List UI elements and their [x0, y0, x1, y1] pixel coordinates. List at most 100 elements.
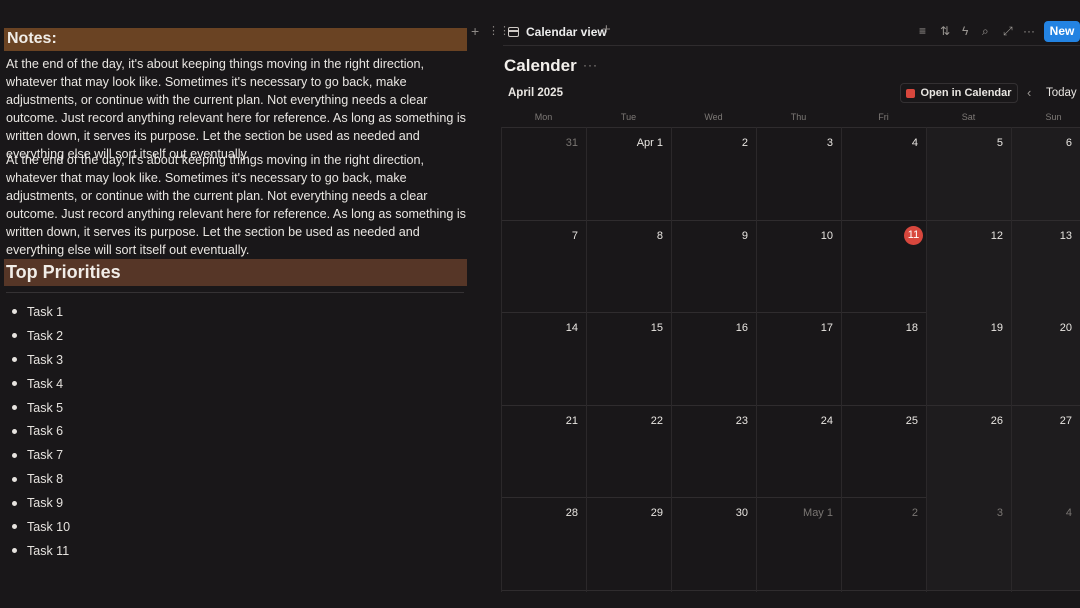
- task-label: Task 11: [27, 543, 70, 558]
- add-block-icon[interactable]: +: [471, 24, 479, 38]
- day-number: 13: [1059, 230, 1072, 242]
- task-label: Task 10: [27, 519, 71, 534]
- calendar-day-cell[interactable]: 4: [842, 128, 926, 220]
- task-item[interactable]: Task 11: [12, 539, 70, 563]
- calendar-day-cell[interactable]: 16: [672, 313, 756, 405]
- calendar-icon: [508, 27, 519, 37]
- automation-lightning-icon[interactable]: ϟ: [962, 24, 968, 38]
- calendar-day-cell[interactable]: 13: [1012, 221, 1080, 313]
- calendar-day-cell[interactable]: 28: [502, 498, 586, 590]
- add-view-icon[interactable]: +: [602, 22, 611, 37]
- calendar-day-cell[interactable]: 31: [502, 128, 586, 220]
- calendar-day-cell[interactable]: 25: [842, 406, 926, 498]
- month-label: April 2025: [508, 87, 563, 99]
- divider: [6, 292, 464, 293]
- calendar-day-cell[interactable]: 3: [927, 498, 1011, 590]
- weekday-thu: Thu: [790, 112, 807, 122]
- task-label: Task 6: [27, 424, 64, 439]
- day-number: 21: [565, 415, 578, 427]
- task-label: Task 9: [27, 496, 64, 511]
- calendar-day-cell[interactable]: 27: [1012, 406, 1080, 498]
- calendar-day-cell[interactable]: Apr 1: [587, 128, 671, 220]
- task-label: Task 5: [27, 400, 64, 415]
- previous-month-chevron-icon[interactable]: ‹: [1027, 85, 1031, 100]
- task-item[interactable]: Task 5: [12, 396, 70, 420]
- calendar-day-cell[interactable]: 26: [927, 406, 1011, 498]
- notes-paragraph-2[interactable]: At the end of the day, it's about keepin…: [6, 151, 466, 259]
- task-item[interactable]: Task 2: [12, 324, 70, 348]
- search-icon[interactable]: ⌕: [982, 24, 989, 39]
- calendar-day-cell[interactable]: 24: [757, 406, 841, 498]
- calendar-day-cell[interactable]: 21: [502, 406, 586, 498]
- day-number: 15: [650, 322, 663, 334]
- task-label: Task 7: [27, 448, 64, 463]
- calendar-day-cell[interactable]: 14: [502, 313, 586, 405]
- calendar-day-cell[interactable]: 4: [1012, 498, 1080, 590]
- bullet-icon: [12, 476, 17, 482]
- task-item[interactable]: Task 9: [12, 491, 70, 515]
- drag-handle-icon[interactable]: ⋮⋮: [488, 24, 510, 38]
- calendar-day-cell[interactable]: 8: [587, 221, 671, 313]
- bullet-icon: [12, 524, 17, 530]
- calendar-day-cell[interactable]: 2: [842, 498, 926, 590]
- calendar-day-cell[interactable]: 17: [757, 313, 841, 405]
- tab-calendar-view[interactable]: Calendar view: [508, 23, 607, 41]
- day-number: 31: [565, 137, 578, 149]
- calendar-day-cell[interactable]: 29: [587, 498, 671, 590]
- calendar-day-cell[interactable]: 9: [672, 221, 756, 313]
- calendar-day-cell[interactable]: 30: [672, 498, 756, 590]
- weekday-tue: Tue: [620, 112, 637, 122]
- day-number: 18: [905, 322, 918, 334]
- calendar-day-cell[interactable]: 20: [1012, 313, 1080, 405]
- filter-icon[interactable]: ≡: [919, 24, 926, 38]
- day-number: May 1: [803, 507, 833, 519]
- database-options-icon[interactable]: ···: [583, 58, 598, 72]
- open-in-calendar-button[interactable]: Open in Calendar: [900, 83, 1018, 103]
- task-item[interactable]: Task 1: [12, 300, 70, 324]
- calendar-day-cell[interactable]: 23: [672, 406, 756, 498]
- calendar-day-cell[interactable]: 7: [502, 221, 586, 313]
- day-number: 27: [1059, 415, 1072, 427]
- calendar-day-cell[interactable]: 6: [1012, 128, 1080, 220]
- calendar-day-cell[interactable]: 10: [757, 221, 841, 313]
- task-label: Task 4: [27, 376, 64, 391]
- day-number: 2: [911, 507, 918, 519]
- bullet-icon: [12, 428, 17, 434]
- calendar-day-cell[interactable]: 19: [927, 313, 1011, 405]
- notes-heading[interactable]: Notes:: [4, 28, 467, 51]
- day-number: 19: [990, 322, 1003, 334]
- calendar-day-cell[interactable]: 5: [927, 128, 1011, 220]
- task-item[interactable]: Task 10: [12, 515, 70, 539]
- bullet-icon: [12, 333, 17, 339]
- more-options-icon[interactable]: ···: [1023, 24, 1035, 38]
- calendar-day-cell[interactable]: 2: [672, 128, 756, 220]
- new-button[interactable]: New: [1044, 21, 1080, 42]
- priorities-heading[interactable]: Top Priorities: [4, 259, 467, 286]
- sort-icon[interactable]: ⇅: [940, 24, 950, 38]
- day-number: 29: [650, 507, 663, 519]
- notes-pane: Notes: At the end of the day, it's about…: [0, 0, 470, 608]
- today-button[interactable]: Today: [1046, 87, 1077, 99]
- task-item[interactable]: Task 7: [12, 443, 70, 467]
- task-item[interactable]: Task 3: [12, 348, 70, 372]
- calendar-day-cell[interactable]: 18: [842, 313, 926, 405]
- bullet-icon: [12, 548, 17, 554]
- day-number: 16: [735, 322, 748, 334]
- calendar-day-cell[interactable]: 3: [757, 128, 841, 220]
- task-item[interactable]: Task 4: [12, 372, 70, 396]
- tab-bar-divider: [503, 45, 1080, 46]
- calendar-day-cell[interactable]: May 1: [757, 498, 841, 590]
- bullet-icon: [12, 357, 17, 363]
- calendar-day-cell[interactable]: 15: [587, 313, 671, 405]
- task-item[interactable]: Task 6: [12, 419, 70, 443]
- database-title[interactable]: Calender: [504, 56, 577, 76]
- task-item[interactable]: Task 8: [12, 467, 70, 491]
- notes-paragraph-1[interactable]: At the end of the day, it's about keepin…: [6, 55, 466, 163]
- bullet-icon: [12, 452, 17, 458]
- expand-icon[interactable]: ⤢: [1003, 24, 1013, 39]
- calendar-day-cell[interactable]: 11: [842, 221, 926, 313]
- calendar-day-cell[interactable]: 12: [927, 221, 1011, 313]
- day-number: 30: [735, 507, 748, 519]
- day-number: 4: [911, 137, 918, 149]
- calendar-day-cell[interactable]: 22: [587, 406, 671, 498]
